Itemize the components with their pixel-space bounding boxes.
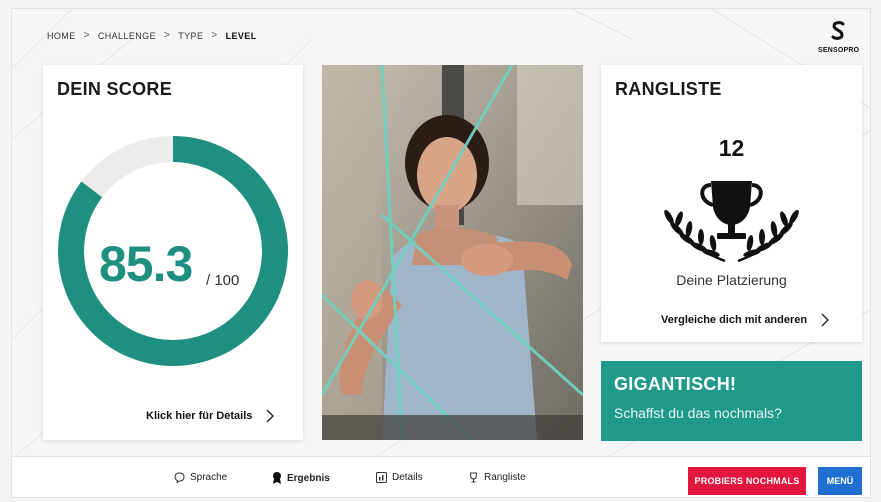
compare-link-label: Vergleiche dich mit anderen [661, 314, 808, 326]
breadcrumb-type[interactable]: TYPE [178, 31, 203, 41]
trophy-laurel-icon [664, 181, 799, 263]
nav-item-sprache[interactable]: Sprache [174, 472, 227, 483]
nav-item-ergebnis[interactable]: Ergebnis [272, 472, 330, 484]
trophy-icon [469, 472, 478, 483]
menu-button[interactable]: MENÜ [818, 467, 862, 495]
breadcrumb-separator: > [163, 30, 171, 41]
promo-banner: GIGANTISCH! Schaffst du das nochmals? [601, 361, 862, 441]
retry-button[interactable]: PROBIERS NOCHMALS [688, 467, 806, 495]
compare-link[interactable]: Vergleiche dich mit anderen [661, 313, 830, 327]
athlete-photo [322, 65, 583, 440]
breadcrumb: HOME > CHALLENGE > TYPE > LEVEL [47, 30, 257, 41]
medal-icon [273, 472, 281, 484]
speech-bubble-icon [174, 472, 185, 483]
score-max: / 100 [206, 272, 240, 289]
promo-subtitle: Schaffst du das nochmals? [614, 405, 782, 421]
results-screen: HOME > CHALLENGE > TYPE > LEVEL SENSOPRO… [11, 8, 871, 498]
bottom-bar: Sprache Ergebnis Details Rangliste PROBI… [12, 456, 870, 497]
nav-label: Sprache [190, 472, 228, 483]
chevron-right-icon [266, 409, 275, 423]
nav-item-details[interactable]: Details [376, 472, 423, 483]
details-link[interactable]: Klick hier für Details [146, 409, 275, 423]
ranking-caption: Deine Platzierung [676, 272, 787, 288]
details-icon [376, 472, 387, 483]
athlete-photo-illustration [322, 65, 583, 440]
breadcrumb-challenge[interactable]: CHALLENGE [98, 31, 156, 41]
chevron-right-icon [821, 313, 830, 327]
nav-label: Rangliste [484, 472, 526, 483]
logo-text: SENSOPRO [818, 47, 860, 54]
score-title: DEIN SCORE [57, 79, 173, 99]
promo-title: GIGANTISCH! [614, 374, 737, 394]
score-value: 85.3 [99, 236, 193, 292]
nav-label: Details [392, 472, 423, 483]
ranking-place: 12 [718, 135, 745, 161]
ranking-title: RANGLISTE [615, 79, 722, 99]
nav-label: Ergebnis [287, 472, 330, 484]
breadcrumb-separator: > [211, 30, 218, 41]
sensopro-logo[interactable]: SENSOPRO [818, 21, 860, 54]
score-card: DEIN SCORE 85.3 / 100 Klick hier für Det… [43, 65, 303, 440]
breadcrumb-separator: > [83, 30, 90, 41]
breadcrumb-current: LEVEL [225, 30, 257, 41]
nav-item-rangliste[interactable]: Rangliste [468, 472, 526, 483]
sensopro-s-icon [831, 21, 845, 40]
details-link-label: Klick hier für Details [146, 410, 253, 422]
ranking-card: RANGLISTE 12 Deine Platzierung Vergleich… [601, 65, 862, 342]
breadcrumb-home[interactable]: HOME [47, 31, 76, 41]
